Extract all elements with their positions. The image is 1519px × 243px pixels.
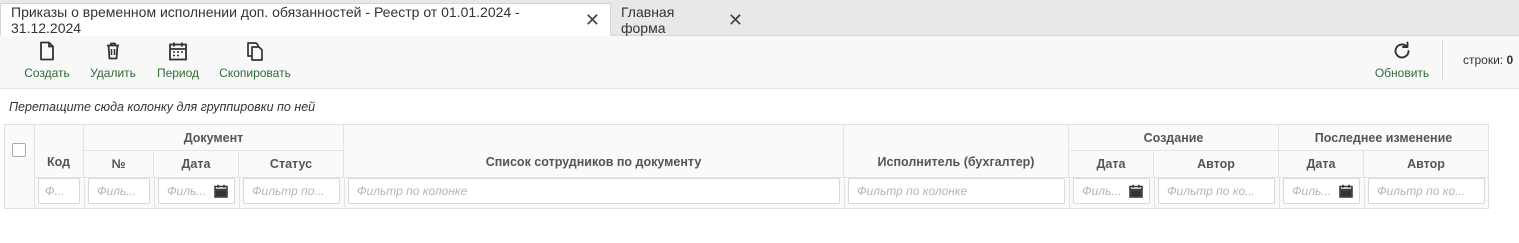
group-by-hint: Перетащите сюда колонку для группировки … — [9, 99, 316, 114]
tab-orders-registry[interactable]: Приказы о временном исполнении доп. обяз… — [0, 3, 611, 36]
filter-placeholder: Фильтр по... — [252, 184, 325, 198]
close-icon[interactable]: ✕ — [585, 11, 600, 29]
tab-main-form[interactable]: Главная форма ✕ — [611, 3, 753, 36]
copy-button[interactable]: Скопировать — [218, 41, 292, 85]
filter-executor-input[interactable]: Фильтр по колонке — [848, 178, 1065, 204]
column-header-doc-status-label: Статус — [269, 156, 313, 171]
tab-label: Главная форма — [621, 3, 675, 36]
toolbar-divider — [1442, 40, 1443, 80]
column-header-modified-author[interactable]: Автор — [1364, 150, 1489, 177]
filter-placeholder: Филь... — [167, 184, 207, 198]
column-header-employees-label: Список сотрудников по документу — [485, 155, 702, 169]
filter-doc-date-input[interactable]: Филь... — [158, 178, 235, 204]
column-header-doc-number[interactable]: № — [84, 150, 154, 177]
column-header-created-author-label: Автор — [1197, 156, 1235, 171]
column-divider — [1069, 177, 1070, 209]
row-count: строки: 0 — [1463, 53, 1513, 67]
column-header-modified-date[interactable]: Дата — [1279, 150, 1364, 177]
filter-modified-date-input[interactable]: Филь... — [1283, 178, 1360, 204]
period-label: Период — [156, 66, 200, 80]
column-group-document: Документ — [84, 125, 344, 150]
row-count-value: 0 — [1506, 53, 1514, 67]
column-header-doc-status[interactable]: Статус — [239, 150, 344, 177]
column-header-doc-date[interactable]: Дата — [154, 150, 239, 177]
create-label: Создать — [24, 66, 70, 80]
filter-placeholder: Филь... — [1292, 184, 1332, 198]
calendar-icon[interactable] — [1129, 184, 1143, 198]
column-group-modified-label: Последнее изменение — [1314, 130, 1453, 145]
column-divider — [344, 177, 345, 209]
column-divider — [1154, 177, 1155, 209]
filter-placeholder: Фильтр по колонке — [857, 184, 968, 198]
data-grid-header: Код Документ № Дата Статус Список сотруд… — [4, 124, 1489, 209]
column-header-created-date[interactable]: Дата — [1069, 150, 1154, 177]
calendar-icon — [169, 42, 187, 61]
column-header-created-date-label: Дата — [1096, 156, 1126, 171]
column-divider — [844, 177, 845, 209]
column-header-modified-date-label: Дата — [1306, 156, 1336, 171]
delete-label: Удалить — [90, 66, 136, 80]
column-header-created-author[interactable]: Автор — [1154, 150, 1279, 177]
column-divider — [84, 177, 85, 209]
tab-label: Приказы о временном исполнении доп. обяз… — [11, 3, 520, 36]
copy-icon — [247, 42, 263, 61]
column-header-doc-date-label: Дата — [181, 156, 211, 171]
delete-button[interactable]: Удалить — [88, 41, 138, 85]
column-divider — [239, 177, 240, 209]
filter-placeholder: Фильтр по ко... — [1167, 184, 1256, 198]
column-header-doc-number-label: № — [111, 156, 126, 171]
create-button[interactable]: Создать — [24, 41, 70, 85]
column-group-created-label: Создание — [1143, 130, 1204, 145]
filter-created-date-input[interactable]: Филь... — [1073, 178, 1150, 204]
column-group-modified: Последнее изменение — [1279, 125, 1489, 150]
filter-placeholder: Ф... — [45, 184, 65, 198]
column-group-document-label: Документ — [183, 130, 244, 145]
new-document-icon — [40, 41, 54, 61]
column-header-executor-label: Исполнитель (бухгалтер) — [877, 155, 1035, 169]
copy-label: Скопировать — [219, 66, 291, 80]
calendar-icon[interactable] — [1339, 184, 1353, 198]
column-group-created: Создание — [1069, 125, 1279, 150]
filter-placeholder: Фильтр по колонке — [357, 184, 468, 198]
refresh-label: Обновить — [1374, 66, 1430, 80]
calendar-icon[interactable] — [214, 184, 228, 198]
select-all-checkbox[interactable] — [12, 143, 26, 157]
column-divider — [1364, 177, 1365, 209]
refresh-icon — [1394, 41, 1410, 59]
toolbar: Создать Удалить Период Скопировать Обнов… — [0, 36, 1519, 89]
filter-created-author-input[interactable]: Фильтр по ко... — [1158, 178, 1275, 204]
refresh-button[interactable]: Обновить — [1373, 41, 1431, 85]
column-divider — [1279, 177, 1280, 209]
period-button[interactable]: Период — [155, 41, 201, 85]
filter-employees-input[interactable]: Фильтр по колонке — [348, 178, 840, 204]
filter-modified-author-input[interactable]: Фильтр по ко... — [1368, 178, 1485, 204]
tab-bar: Приказы о временном исполнении доп. обяз… — [0, 0, 1519, 36]
filter-placeholder: Фильтр по ко... — [1377, 184, 1466, 198]
group-by-panel[interactable]: Перетащите сюда колонку для группировки … — [4, 89, 1519, 124]
column-header-modified-author-label: Автор — [1407, 156, 1445, 171]
filter-doc-status-input[interactable]: Фильтр по... — [243, 178, 340, 204]
trash-icon — [107, 42, 119, 60]
column-divider — [154, 177, 155, 209]
column-header-employees[interactable]: Список сотрудников по документу — [344, 125, 844, 177]
filter-placeholder: Филь... — [97, 184, 137, 198]
column-header-executor[interactable]: Исполнитель (бухгалтер) — [844, 125, 1069, 177]
column-header-code-label: Код — [46, 155, 71, 169]
filter-placeholder: Филь... — [1082, 184, 1122, 198]
filter-code-input[interactable]: Ф... — [38, 178, 80, 204]
close-icon[interactable]: ✕ — [728, 11, 743, 29]
row-count-label: строки: — [1463, 53, 1504, 67]
filter-doc-number-input[interactable]: Филь... — [88, 178, 150, 204]
column-header-code[interactable]: Код — [34, 125, 84, 177]
